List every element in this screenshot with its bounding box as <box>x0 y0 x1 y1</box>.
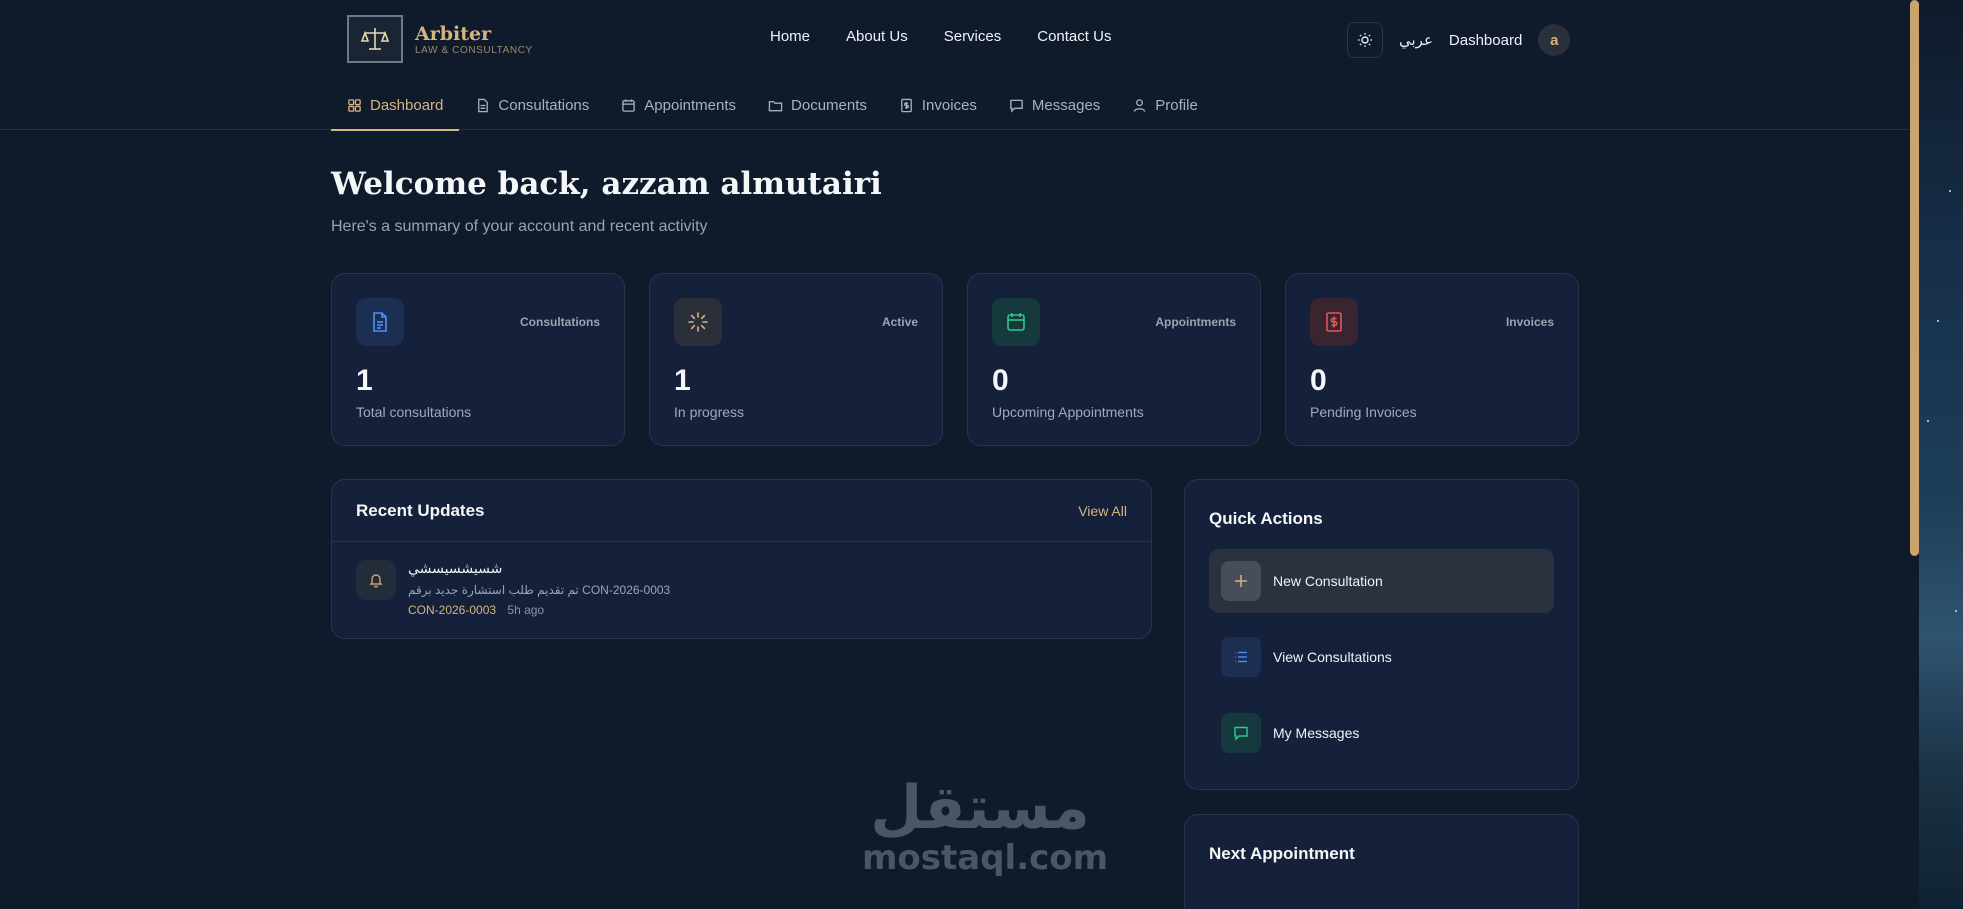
stat-card-consultations[interactable]: Consultations 1 Total consultations <box>331 273 625 446</box>
quick-action-label: View Consultations <box>1273 649 1392 665</box>
dashboard-link[interactable]: Dashboard <box>1449 32 1522 49</box>
update-title: شسيشسيسشي <box>408 560 503 576</box>
scrollbar[interactable] <box>1910 0 1919 556</box>
page-subtitle: Here's a summary of your account and rec… <box>331 218 708 235</box>
stat-value: 0 <box>1310 364 1327 397</box>
tab-documents[interactable]: Documents <box>752 80 883 130</box>
update-description: تم تقديم طلب استشارة جديد برقم CON-2026-… <box>408 583 671 597</box>
quick-actions-card: Quick Actions New Consultation View Cons… <box>1184 479 1579 790</box>
plus-icon <box>1221 561 1261 601</box>
watermark-latin: mostaql.com <box>862 838 1109 878</box>
document-icon <box>356 298 404 346</box>
next-appointment-card: Next Appointment <box>1184 814 1579 909</box>
stat-card-invoices[interactable]: Invoices 0 Pending Invoices <box>1285 273 1579 446</box>
stat-tag: Invoices <box>1505 315 1554 329</box>
calendar-icon <box>622 98 636 112</box>
tab-label: Documents <box>791 96 867 114</box>
page-title: Welcome back, azzam almutairi <box>331 166 882 202</box>
background-edge <box>1919 0 1963 909</box>
new-consultation-button[interactable]: New Consultation <box>1209 549 1554 613</box>
brand-logo[interactable]: Arbiter LAW & CONSULTANCY <box>347 15 533 63</box>
header-actions: عربي Dashboard a <box>1347 22 1571 58</box>
recent-updates-title: Recent Updates <box>356 500 485 520</box>
list-icon <box>1221 637 1261 677</box>
my-messages-button[interactable]: My Messages <box>1209 701 1554 765</box>
language-switch[interactable]: عربي <box>1399 31 1433 49</box>
quick-action-label: New Consultation <box>1273 573 1383 589</box>
stat-card-active[interactable]: Active 1 In progress <box>649 273 943 446</box>
tab-messages[interactable]: Messages <box>993 80 1116 130</box>
brand-name: Arbiter <box>415 22 492 45</box>
tab-label: Dashboard <box>370 96 444 114</box>
tab-label: Invoices <box>921 96 977 114</box>
tab-label: Consultations <box>498 96 590 114</box>
update-time: 5h ago <box>507 603 545 617</box>
tab-profile[interactable]: Profile <box>1116 80 1214 130</box>
tab-label: Profile <box>1155 96 1198 114</box>
file-icon <box>478 98 489 112</box>
nav-contact-us[interactable]: Contact Us <box>1037 28 1111 45</box>
loader-icon <box>674 298 722 346</box>
stat-tag: Consultations <box>520 315 600 329</box>
folder-icon <box>768 100 783 111</box>
tab-invoices[interactable]: Invoices <box>883 80 993 130</box>
stat-value: 0 <box>992 364 1009 397</box>
stat-tag: Active <box>881 315 918 329</box>
stat-value: 1 <box>674 364 691 397</box>
invoice-icon <box>1310 298 1358 346</box>
watermark: مستقل mostaql.com <box>862 773 1109 878</box>
message-icon <box>1010 99 1023 113</box>
nav-about-us[interactable]: About Us <box>846 28 908 45</box>
sun-icon <box>1358 33 1372 47</box>
stat-label: Pending Invoices <box>1310 404 1417 420</box>
next-appointment-title: Next Appointment <box>1209 844 1355 863</box>
message-icon <box>1221 713 1261 753</box>
grid-icon <box>348 98 361 112</box>
watermark-arabic: مستقل <box>870 773 1090 843</box>
avatar[interactable]: a <box>1538 24 1571 56</box>
receipt-icon <box>901 98 912 112</box>
stats-row: Consultations 1 Total consultations Acti… <box>331 273 1579 446</box>
quick-action-label: My Messages <box>1273 725 1360 741</box>
nav-services[interactable]: Services <box>944 28 1002 45</box>
site-header: Arbiter LAW & CONSULTANCY Home About Us … <box>0 0 1919 80</box>
brand-tagline: LAW & CONSULTANCY <box>415 44 533 56</box>
dashboard-page: Arbiter LAW & CONSULTANCY Home About Us … <box>0 0 1919 909</box>
view-all-link[interactable]: View All <box>1078 503 1127 519</box>
stat-card-appointments[interactable]: Appointments 0 Upcoming Appointments <box>967 273 1261 446</box>
nav-home[interactable]: Home <box>770 28 810 45</box>
user-icon <box>1133 98 1146 112</box>
calendar-icon <box>992 298 1040 346</box>
tab-appointments[interactable]: Appointments <box>605 80 752 130</box>
stat-label: In progress <box>674 404 745 420</box>
stat-label: Total consultations <box>356 404 472 420</box>
quick-actions-title: Quick Actions <box>1209 509 1323 528</box>
scales-icon <box>347 15 403 63</box>
stat-value: 1 <box>356 364 373 397</box>
tab-dashboard[interactable]: Dashboard <box>331 80 460 131</box>
tab-label: Messages <box>1031 96 1101 114</box>
dashboard-tabs: Dashboard Consultations Appointments Doc… <box>0 80 1919 131</box>
stat-label: Upcoming Appointments <box>992 404 1144 420</box>
bell-icon <box>356 560 396 600</box>
list-item[interactable]: شسيشسيسشي تم تقديم طلب استشارة جديد برقم… <box>356 560 670 617</box>
main-nav: Home About Us Services Contact Us <box>770 28 1111 45</box>
theme-toggle-button[interactable] <box>1347 22 1383 58</box>
update-reference[interactable]: CON-2026-0003 <box>408 603 496 617</box>
view-consultations-button[interactable]: View Consultations <box>1209 625 1554 689</box>
stat-tag: Appointments <box>1155 315 1236 329</box>
recent-updates-card: Recent Updates View All شسيشسيسشي تم تقد… <box>331 479 1152 639</box>
tab-consultations[interactable]: Consultations <box>459 80 605 130</box>
tab-label: Appointments <box>644 96 737 114</box>
